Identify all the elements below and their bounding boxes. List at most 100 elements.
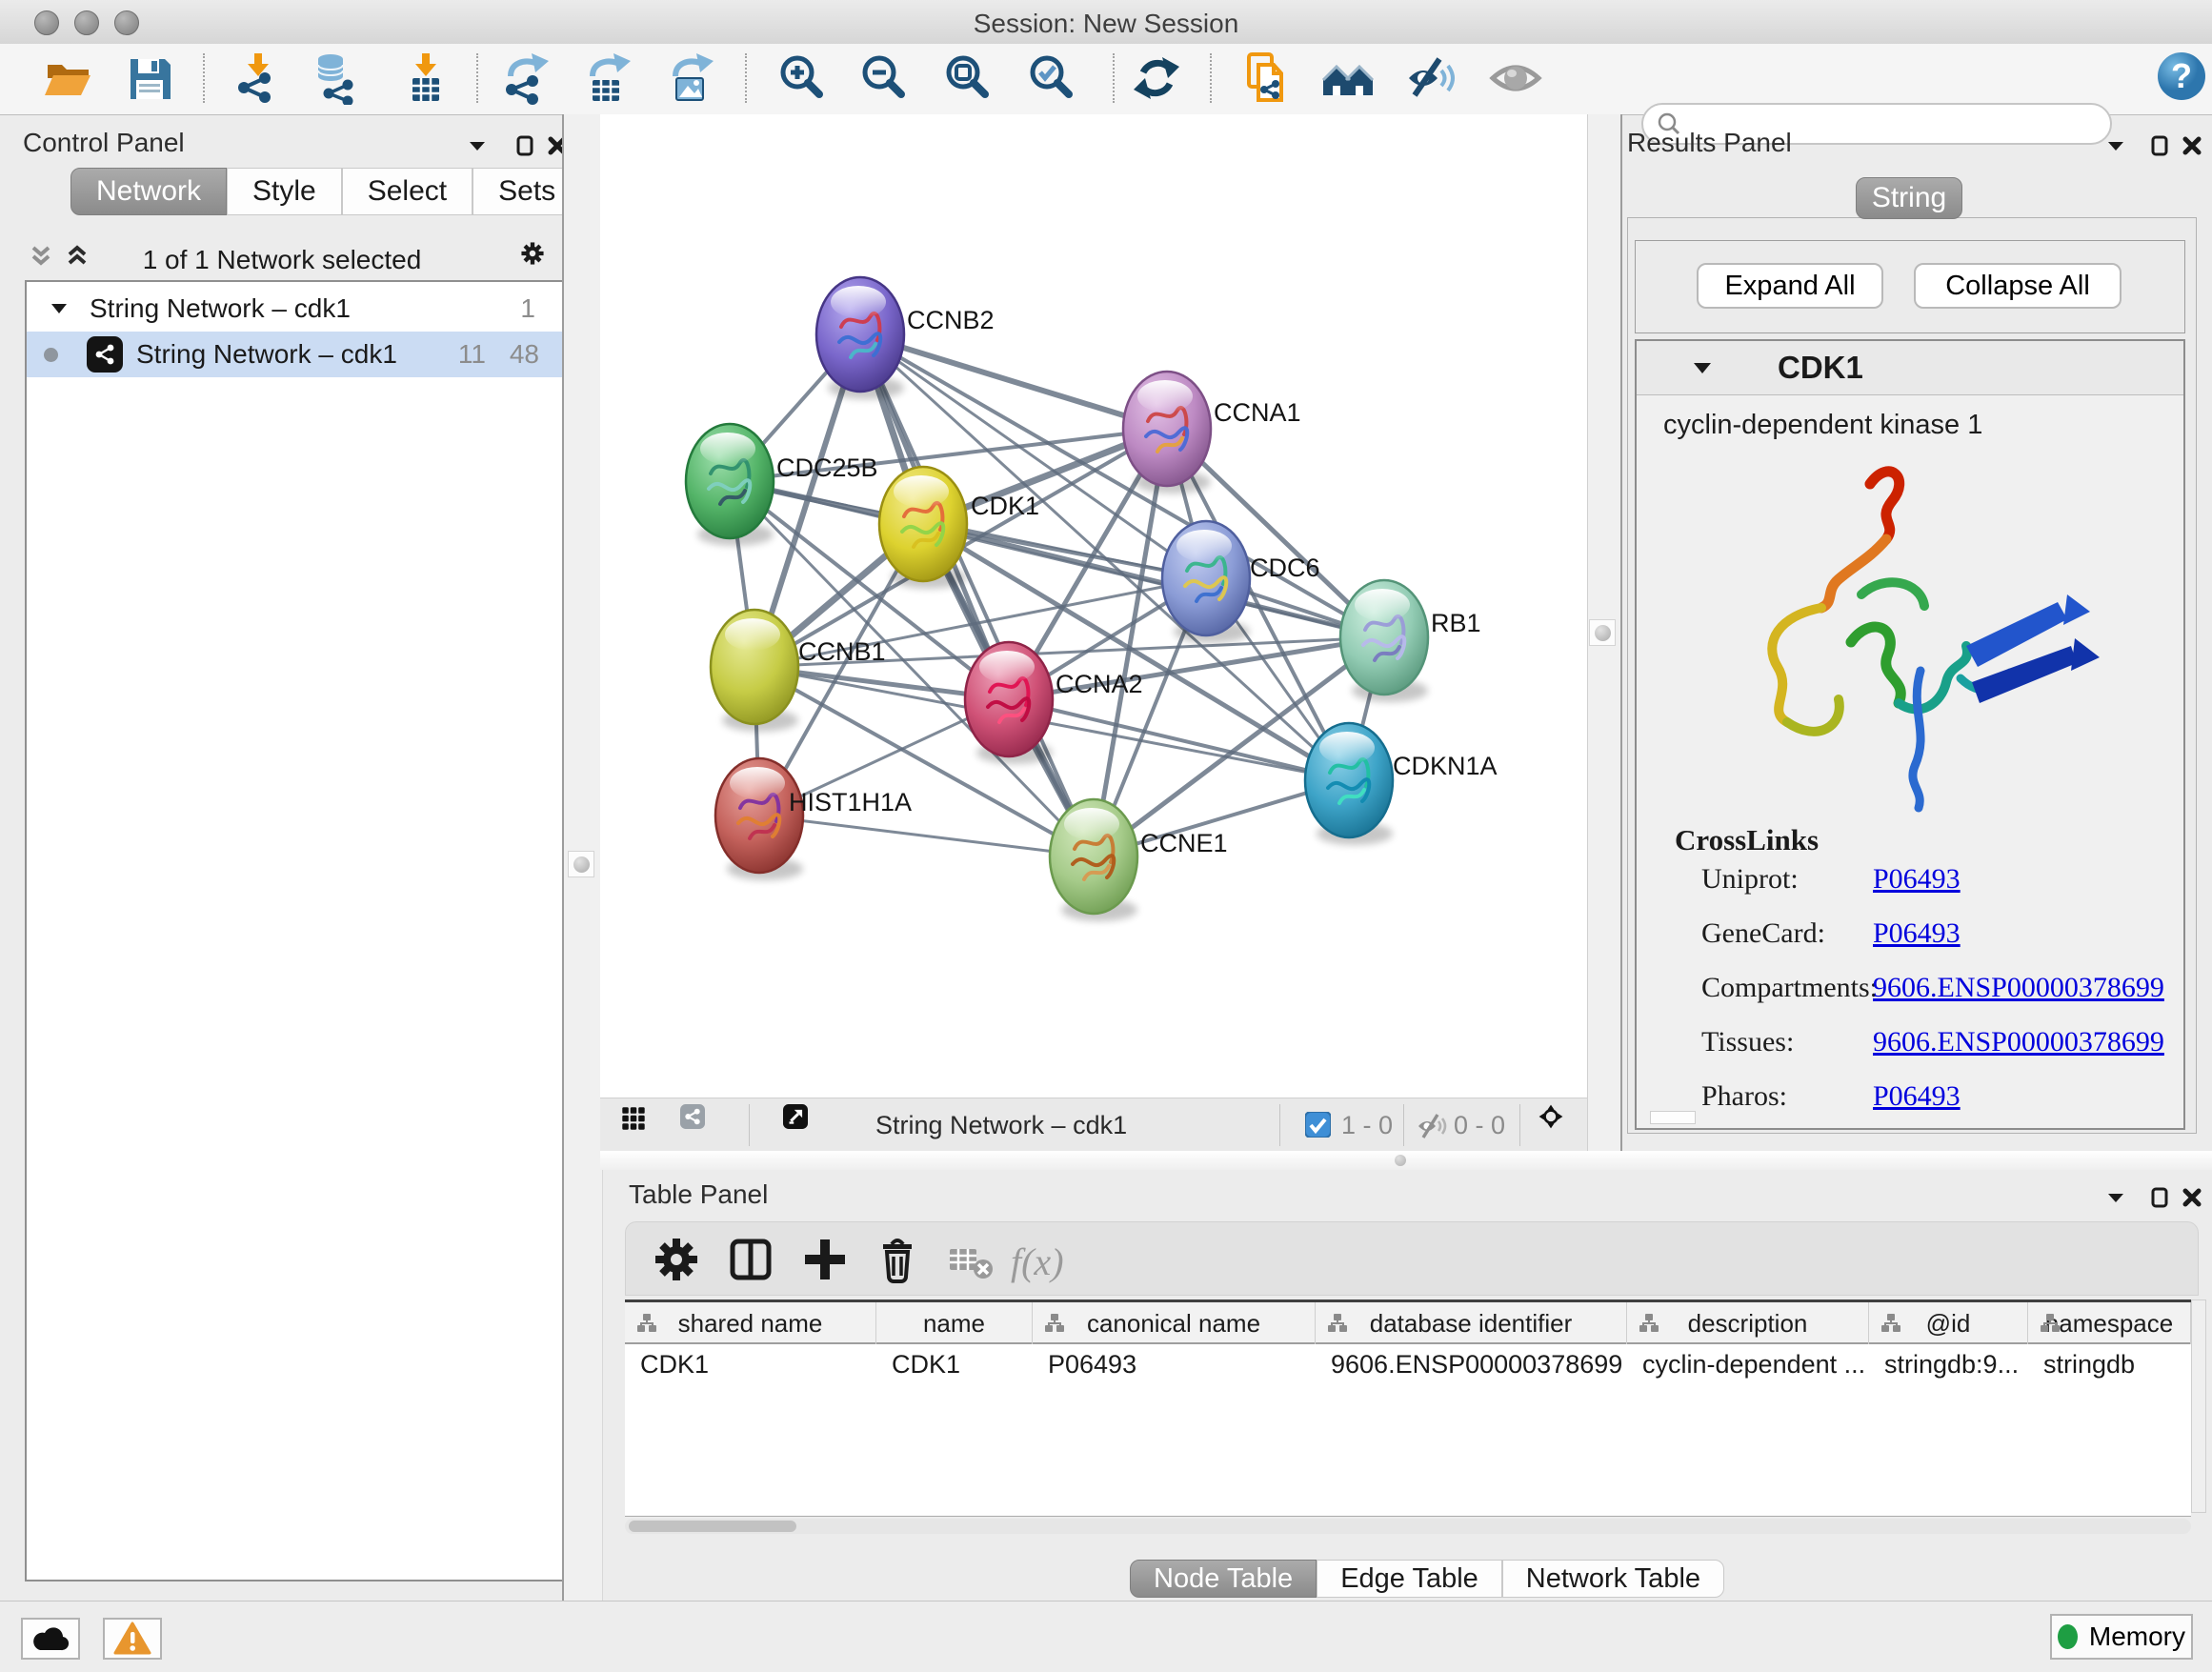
results-panel-collapse-button[interactable] xyxy=(2103,133,2128,161)
table-cell[interactable]: stringdb xyxy=(2028,1344,2191,1384)
column-header--id[interactable]: @id xyxy=(1869,1302,2028,1344)
network-node-ccnb2[interactable] xyxy=(816,277,904,399)
table-panel-collapse-button[interactable] xyxy=(2103,1185,2128,1213)
network-node-ccna1[interactable] xyxy=(1123,372,1211,494)
tab-network[interactable]: Network xyxy=(70,168,227,215)
network-type-button[interactable] xyxy=(680,1104,705,1132)
network-node-ccnb1[interactable] xyxy=(711,610,798,732)
table-panel-close-button[interactable] xyxy=(2180,1185,2204,1213)
tab-network-table[interactable]: Network Table xyxy=(1502,1560,1724,1598)
results-panel-float-button[interactable] xyxy=(2147,133,2172,161)
fit-selected-crosshair-button[interactable] xyxy=(1538,1104,1563,1132)
table-vertical-scrollbar[interactable] xyxy=(2191,1299,2206,1513)
delete-table-button[interactable] xyxy=(944,1234,995,1288)
show-column-button[interactable] xyxy=(725,1234,776,1288)
horizontal-splitter[interactable] xyxy=(600,1151,2212,1170)
chevron-down-icon xyxy=(2103,133,2128,158)
export-image-button[interactable] xyxy=(663,51,718,107)
right-splitter-handle[interactable] xyxy=(1589,619,1616,646)
clipboard-share-button[interactable] xyxy=(1238,51,1294,107)
network-options-gear-button[interactable] xyxy=(520,241,545,269)
create-column-button[interactable] xyxy=(799,1234,851,1288)
zoom-out-button[interactable] xyxy=(855,51,911,107)
table-cell[interactable]: cyclin-dependent ... xyxy=(1627,1344,1869,1384)
home-button[interactable] xyxy=(1320,51,1376,107)
left-splitter-handle[interactable] xyxy=(568,851,594,877)
memory-button[interactable]: Memory xyxy=(2050,1614,2193,1660)
tab-select[interactable]: Select xyxy=(342,168,473,215)
zoom-in-button[interactable] xyxy=(774,51,829,107)
network-node-cdk1[interactable] xyxy=(879,467,967,589)
crosslink-link[interactable]: 9606.ENSP00000378699 xyxy=(1873,1026,2164,1058)
crosshair-icon xyxy=(1538,1104,1563,1129)
network-collection-row[interactable]: String Network – cdk1 1 xyxy=(27,286,562,332)
network-node-cdc25b[interactable] xyxy=(686,424,774,546)
network-node-cdkn1a[interactable] xyxy=(1305,723,1393,845)
export-network-button[interactable] xyxy=(498,51,553,107)
delete-column-button[interactable] xyxy=(872,1234,923,1288)
table-cell[interactable]: 9606.ENSP00000378699 xyxy=(1316,1344,1627,1384)
warning-status-button[interactable] xyxy=(103,1618,162,1660)
collapse-all-button[interactable]: Collapse All xyxy=(1914,263,2122,309)
network-canvas[interactable]: CCNB2CCNA1CDC25BCDK1CDC6RB1CCNB1CCNA2CDK… xyxy=(600,114,1587,1098)
table-row[interactable]: CDK1CDK1P064939606.ENSP00000378699cyclin… xyxy=(625,1344,2191,1384)
network-node-rb1[interactable] xyxy=(1340,580,1428,702)
results-panel-close-button[interactable] xyxy=(2180,133,2204,161)
expand-all-button[interactable]: Expand All xyxy=(1697,263,1883,309)
column-header-canonical-name[interactable]: canonical name xyxy=(1033,1302,1316,1344)
selected-checkbox[interactable] xyxy=(1305,1112,1331,1142)
column-header-namespace[interactable]: namespace xyxy=(2028,1302,2191,1344)
control-panel-collapse-button[interactable] xyxy=(465,133,490,161)
hidden-count: 0 - 0 xyxy=(1454,1111,1505,1140)
table-hscroll-thumb[interactable] xyxy=(629,1521,796,1532)
zoom-fit-button[interactable] xyxy=(939,51,995,107)
horizontal-splitter-handle[interactable] xyxy=(1395,1155,1406,1166)
open-session-button[interactable] xyxy=(40,51,95,107)
column-header-description[interactable]: description xyxy=(1627,1302,1869,1344)
network-node-cdc6[interactable] xyxy=(1162,521,1250,643)
tab-edge-table[interactable]: Edge Table xyxy=(1317,1560,1502,1598)
zoom-selected-button[interactable] xyxy=(1023,51,1078,107)
import-network-from-file-button[interactable] xyxy=(231,51,286,107)
results-entry-header[interactable]: CDK1 xyxy=(1637,341,2183,395)
table-cell[interactable]: CDK1 xyxy=(876,1344,1033,1384)
results-entry-panel: CDK1 cyclin-dependent kinase 1 CrossLink… xyxy=(1635,339,2185,1130)
tab-style[interactable]: Style xyxy=(227,168,342,215)
table-cell[interactable]: CDK1 xyxy=(625,1344,876,1384)
column-header-database-identifier[interactable]: database identifier xyxy=(1316,1302,1627,1344)
crosslink-label: GeneCard: xyxy=(1701,917,1825,950)
export-table-button[interactable] xyxy=(580,51,635,107)
table-panel-float-button[interactable] xyxy=(2147,1185,2172,1213)
column-header-shared-name[interactable]: shared name xyxy=(625,1302,876,1344)
crosslinks-title: CrossLinks xyxy=(1675,823,1819,857)
results-hscroll-thumb[interactable] xyxy=(1650,1111,1696,1124)
crosslink-link[interactable]: P06493 xyxy=(1873,1080,1961,1113)
import-table-from-file-button[interactable] xyxy=(398,51,453,107)
tab-node-table[interactable]: Node Table xyxy=(1130,1560,1317,1598)
network-node-ccne1[interactable] xyxy=(1050,799,1137,921)
tab-string[interactable]: String xyxy=(1856,177,1962,219)
control-panel-float-button[interactable] xyxy=(513,133,537,161)
open-in-new-window-button[interactable] xyxy=(783,1104,808,1132)
table-cell[interactable]: stringdb:9... xyxy=(1869,1344,2028,1384)
table-horizontal-scrollbar[interactable] xyxy=(625,1519,2191,1534)
network-node-hist1h1a[interactable] xyxy=(715,758,803,880)
import-network-from-database-button[interactable] xyxy=(311,51,366,107)
cloud-status-button[interactable] xyxy=(21,1618,80,1660)
hide-results-button[interactable] xyxy=(1402,51,1458,107)
birdseye-grid-button[interactable] xyxy=(621,1106,646,1134)
table-cell[interactable]: P06493 xyxy=(1033,1344,1316,1384)
function-builder-button[interactable]: f(x) xyxy=(1011,1239,1064,1284)
network-node-ccna2[interactable] xyxy=(965,642,1053,764)
show-results-button[interactable] xyxy=(1488,51,1543,107)
refresh-view-button[interactable] xyxy=(1129,51,1184,107)
save-session-button[interactable] xyxy=(122,51,177,107)
toolbar-separator xyxy=(1113,53,1115,103)
network-row-selected[interactable]: String Network – cdk1 11 48 xyxy=(27,332,562,377)
crosslink-link[interactable]: 9606.ENSP00000378699 xyxy=(1873,972,2164,1004)
crosslink-link[interactable]: P06493 xyxy=(1873,917,1961,950)
table-options-gear-button[interactable] xyxy=(651,1234,702,1288)
crosslink-link[interactable]: P06493 xyxy=(1873,863,1961,896)
column-header-name[interactable]: name xyxy=(876,1302,1033,1344)
help-button[interactable]: ? xyxy=(2154,50,2209,105)
